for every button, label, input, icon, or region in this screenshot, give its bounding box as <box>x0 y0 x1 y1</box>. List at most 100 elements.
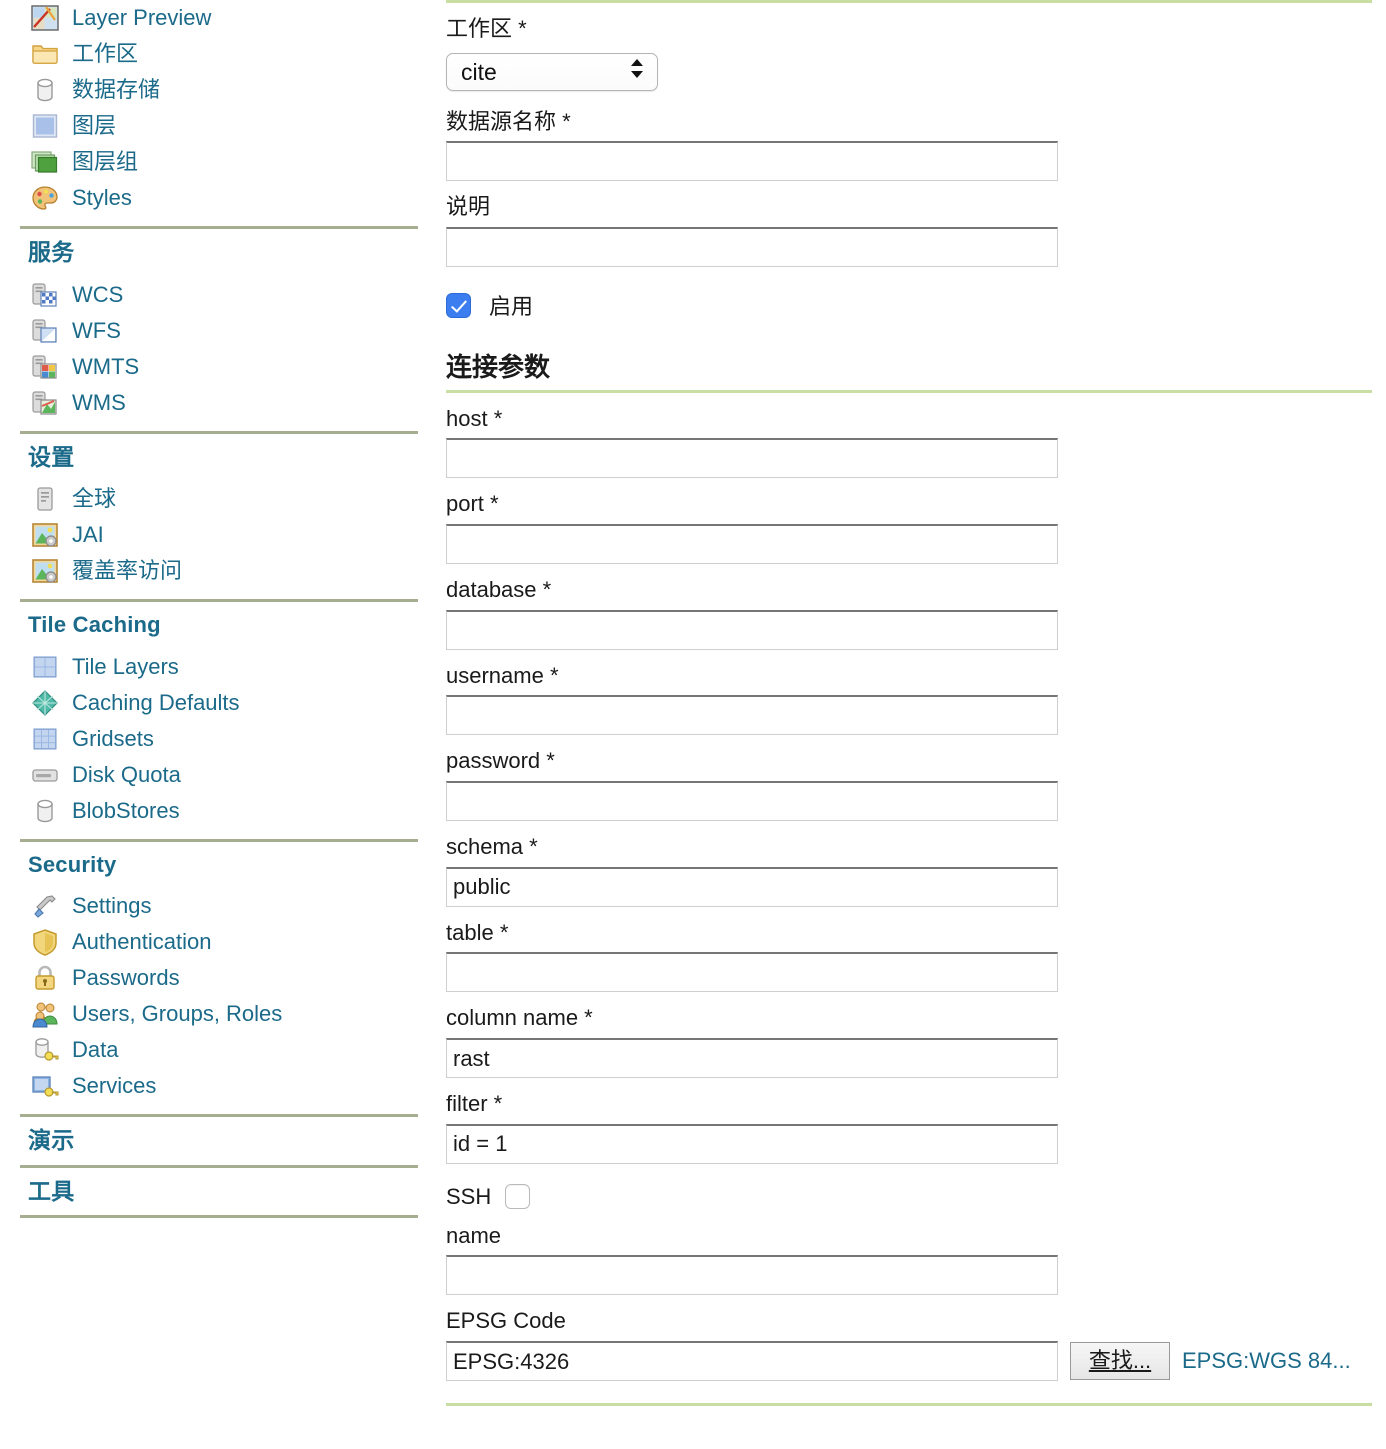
chevron-updown-icon <box>631 58 643 85</box>
sidebar-item-layergroups[interactable]: 图层组 <box>30 144 420 180</box>
workspace-select-value: cite <box>461 58 497 85</box>
sidebar-item-label: 数据存储 <box>72 77 161 102</box>
sidebar-item-label: BlobStores <box>72 797 180 823</box>
sidebar-item-workspaces[interactable]: 工作区 <box>30 36 420 72</box>
users-groups-roles-icon <box>30 999 60 1029</box>
jai-image-icon <box>30 520 60 550</box>
sidebar-item-authentication[interactable]: Authentication <box>30 924 420 960</box>
epsg-code-row: 查找... EPSG:WGS 84... <box>446 1341 1372 1382</box>
sidebar-item-label: Services <box>72 1072 157 1098</box>
sidebar-item-label: Disk Quota <box>72 761 181 787</box>
sidebar-item-wfs[interactable]: WFS <box>30 313 420 349</box>
schema-input[interactable] <box>446 866 1058 907</box>
datastore-form-panel: 工作区 * cite 数据源名称 * 说明 启用 连接参数 host * por… <box>430 0 1386 1449</box>
coverage-access-icon <box>30 556 60 586</box>
sidebar-item-tile-layers[interactable]: Tile Layers <box>30 649 420 685</box>
sidebar-item-label: Styles <box>72 185 132 210</box>
sidebar-item-layers[interactable]: 图层 <box>30 108 420 144</box>
sidebar-item-label: WCS <box>72 281 124 307</box>
layer-square-icon <box>30 111 60 141</box>
host-input[interactable] <box>446 438 1058 479</box>
sidebar-item-styles[interactable]: Styles <box>30 180 420 216</box>
sidebar-item-jai[interactable]: JAI <box>30 517 420 553</box>
name-input[interactable] <box>446 1255 1058 1296</box>
epsg-code-input[interactable] <box>446 1341 1058 1382</box>
sidebar-item-passwords[interactable]: Passwords <box>30 960 420 996</box>
sidebar-divider <box>20 838 418 842</box>
datasource-name-input[interactable] <box>446 141 1058 182</box>
host-label: host * <box>446 405 503 431</box>
caching-defaults-globe-icon <box>30 688 60 718</box>
disk-quota-icon <box>30 760 60 790</box>
sidebar-item-wmts[interactable]: WMTS <box>30 349 420 385</box>
sidebar-heading-tools[interactable]: 工具 <box>28 1178 420 1206</box>
sidebar-item-layer-preview[interactable]: Layer Preview <box>30 0 420 36</box>
sidebar-item-label: Caching Defaults <box>72 689 240 715</box>
sidebar-item-wcs[interactable]: WCS <box>30 277 420 313</box>
column-name-input[interactable] <box>446 1038 1058 1079</box>
settings-screwdriver-icon <box>30 891 60 921</box>
sidebar-item-label: Authentication <box>72 928 212 954</box>
schema-label: schema * <box>446 834 538 859</box>
sidebar-item-label: 图层组 <box>72 149 139 174</box>
sidebar-item-caching-defaults[interactable]: Caching Defaults <box>30 685 420 721</box>
field-datasource-name: 数据源名称 * <box>446 96 1372 182</box>
ssh-checkbox-row[interactable]: SSH <box>446 1184 1372 1210</box>
sidebar-item-label: WFS <box>72 317 121 343</box>
sidebar-item-disk-quota[interactable]: Disk Quota <box>30 757 420 793</box>
port-input[interactable] <box>446 523 1058 564</box>
workspace-label: 工作区 * <box>446 16 527 41</box>
sidebar-heading-services: 服务 <box>28 239 75 265</box>
filter-label: filter * <box>446 1091 503 1117</box>
sidebar-item-label: WMTS <box>72 353 140 379</box>
layer-preview-icon <box>30 3 60 33</box>
workspace-select[interactable]: cite <box>446 52 658 91</box>
workspace-folder-icon <box>30 39 60 69</box>
ssh-label: SSH <box>446 1183 492 1209</box>
password-input[interactable] <box>446 781 1058 821</box>
datasource-name-label: 数据源名称 * <box>446 108 571 134</box>
filter-input[interactable] <box>446 1123 1058 1164</box>
table-input[interactable] <box>446 952 1058 993</box>
field-password: password * <box>446 735 1372 821</box>
sidebar-group-services: 服务 WCS WFS WMTS WMS <box>18 239 420 421</box>
enabled-checkbox[interactable] <box>446 292 471 318</box>
sidebar-item-blobstores[interactable]: BlobStores <box>30 793 420 829</box>
sidebar-item-label: Tile Layers <box>72 653 179 679</box>
sidebar-divider <box>20 430 418 434</box>
username-input[interactable] <box>446 695 1058 736</box>
sidebar-item-label: JAI <box>72 522 104 548</box>
database-label: database * <box>446 576 552 602</box>
field-table: table * <box>446 907 1372 993</box>
sidebar-group-security: Security Settings Authentication Passwor… <box>18 852 420 1104</box>
description-label: 说明 <box>446 194 491 220</box>
epsg-code-label: EPSG Code <box>446 1308 566 1334</box>
sidebar-item-security-services[interactable]: Services <box>30 1068 420 1104</box>
description-input[interactable] <box>446 227 1058 268</box>
field-filter: filter * <box>446 1078 1372 1164</box>
sidebar-item-label: Passwords <box>72 964 180 990</box>
sidebar-item-security-data[interactable]: Data <box>30 1032 420 1068</box>
ssh-checkbox[interactable] <box>505 1184 531 1210</box>
sidebar-item-wms[interactable]: WMS <box>30 385 420 421</box>
find-epsg-button[interactable]: 查找... <box>1070 1342 1170 1381</box>
sidebar-divider <box>20 226 418 229</box>
sidebar-item-coverage-access[interactable]: 覆盖率访问 <box>30 553 420 589</box>
sidebar-item-security-settings[interactable]: Settings <box>30 888 420 924</box>
table-label: table * <box>446 919 509 945</box>
sidebar-heading-settings: 设置 <box>28 443 75 470</box>
enabled-checkbox-row[interactable]: 启用 <box>446 289 1372 321</box>
sidebar-item-label: Settings <box>72 892 152 918</box>
column-name-label: column name * <box>446 1005 593 1031</box>
services-key-icon <box>30 1071 60 1101</box>
field-database: database * <box>446 564 1372 650</box>
sidebar-item-label: 全球 <box>72 486 117 512</box>
sidebar-item-stores[interactable]: 数据存储 <box>30 72 420 108</box>
sidebar-item-global[interactable]: 全球 <box>30 481 420 517</box>
epsg-resolved-link[interactable]: EPSG:WGS 84... <box>1182 1348 1351 1374</box>
sidebar-item-users-groups-roles[interactable]: Users, Groups, Roles <box>30 996 420 1032</box>
sidebar-heading-demos[interactable]: 演示 <box>28 1127 420 1155</box>
field-schema: schema * <box>446 821 1372 907</box>
database-input[interactable] <box>446 609 1058 650</box>
sidebar-item-gridsets[interactable]: Gridsets <box>30 721 420 757</box>
